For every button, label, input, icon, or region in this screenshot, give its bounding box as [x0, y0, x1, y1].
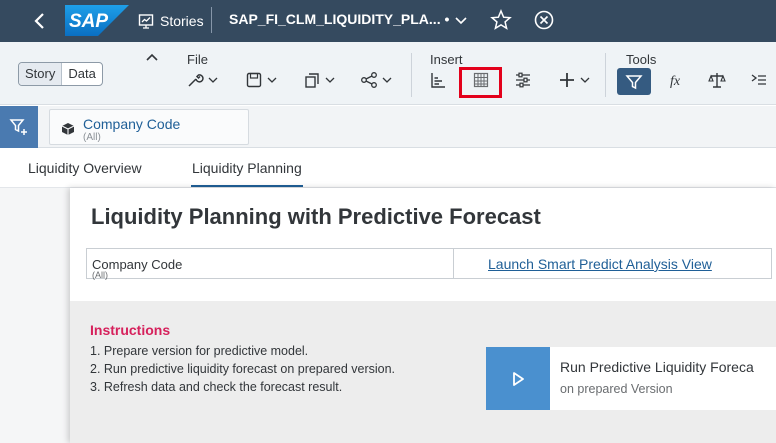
launch-smart-predict-link[interactable]: Launch Smart Predict Analysis View: [488, 256, 712, 272]
page-title: Liquidity Planning with Predictive Forec…: [91, 204, 541, 229]
bar-chart-icon: [431, 73, 445, 88]
filter-bar: Company Code (All): [0, 106, 776, 148]
instruction-step: 1. Prepare version for predictive model.: [90, 344, 309, 358]
run-forecast-title: Run Predictive Liquidity Foreca: [560, 359, 754, 375]
add-filter-button[interactable]: [0, 106, 38, 148]
plus-icon: [560, 73, 574, 87]
tab-liquidity-overview[interactable]: Liquidity Overview: [28, 160, 142, 176]
run-forecast-button[interactable]: [486, 347, 550, 410]
svg-text:SAP: SAP: [69, 11, 108, 32]
sliders-icon: [516, 72, 530, 88]
instruction-step: 2. Run predictive liquidity forecast on …: [90, 362, 396, 376]
instructions-title: Instructions: [90, 322, 171, 338]
input-control-button[interactable]: [514, 69, 532, 91]
filter-button[interactable]: [617, 68, 651, 95]
story-toggle-button[interactable]: Story: [19, 63, 63, 85]
save-button[interactable]: [245, 69, 277, 91]
run-forecast-card[interactable]: Run Predictive Liquidity Foreca on prepa…: [486, 347, 776, 410]
share-button[interactable]: [360, 69, 392, 91]
tab-liquidity-planning[interactable]: Liquidity Planning: [192, 160, 302, 176]
instruction-step: 3. Refresh data and check the forecast r…: [90, 380, 343, 394]
chevron-down-icon: [382, 77, 392, 83]
stories-label: Stories: [160, 13, 204, 29]
copy-icon: [305, 73, 319, 88]
sort-icon: [751, 74, 766, 85]
favorite-star-icon[interactable]: [490, 9, 512, 36]
add-widget-button[interactable]: [558, 69, 590, 91]
chevron-down-icon: [267, 77, 277, 83]
company-code-filter-value: (All): [83, 132, 101, 143]
tools-group-label: Tools: [626, 52, 657, 67]
company-code-input-control[interactable]: Company Code (All): [86, 248, 454, 280]
chevron-down-icon: [325, 77, 335, 83]
launch-link-container: Launch Smart Predict Analysis View: [454, 248, 772, 279]
insert-chart-button[interactable]: [430, 69, 446, 91]
wrench-icon: [188, 74, 204, 87]
sap-logo[interactable]: SAP: [65, 5, 129, 36]
data-toggle-button[interactable]: Data: [62, 63, 101, 85]
filter-icon: [625, 74, 643, 89]
shell-bar: SAP Stories SAP_FI_CLM_LIQUIDITY_PLA... …: [0, 0, 776, 42]
back-icon[interactable]: [28, 9, 52, 33]
sort-button[interactable]: [750, 69, 768, 91]
formula-button[interactable]: fx: [668, 69, 686, 91]
page-tabs: Liquidity Overview Liquidity Planning: [0, 148, 776, 188]
document-title[interactable]: SAP_FI_CLM_LIQUIDITY_PLA... •: [229, 11, 449, 27]
balance-button[interactable]: [708, 69, 726, 91]
share-icon: [361, 72, 377, 88]
run-forecast-subtitle: on prepared Version: [560, 382, 673, 396]
save-icon: [246, 72, 262, 88]
copy-button[interactable]: [303, 69, 335, 91]
story-page: Liquidity Planning with Predictive Forec…: [70, 188, 776, 443]
close-circle-icon[interactable]: [533, 9, 555, 36]
divider: [605, 53, 606, 97]
collapse-toolbar-icon[interactable]: [145, 50, 159, 68]
filter-add-icon: [9, 119, 27, 135]
chevron-down-icon[interactable]: [454, 13, 468, 32]
edit-tools-button[interactable]: [186, 69, 218, 91]
highlight-box: [459, 67, 502, 98]
balance-scale-icon: [708, 73, 726, 88]
formula-fx-icon: fx: [670, 74, 681, 89]
stories-menu[interactable]: Stories: [138, 10, 204, 32]
company-code-filter-label: Company Code: [83, 116, 181, 132]
file-group-label: File: [187, 52, 208, 67]
active-tab-indicator: [191, 185, 303, 187]
toolbar: Story Data File Insert Tools fx: [0, 42, 776, 105]
dimension-cube-icon: [61, 122, 75, 141]
chevron-down-icon: [208, 77, 218, 83]
stories-icon: [138, 14, 154, 29]
insert-group-label: Insert: [430, 52, 463, 67]
story-data-toggle: Story Data: [18, 62, 103, 86]
company-code-value: (All): [92, 270, 108, 280]
divider: [411, 53, 412, 97]
chevron-down-icon: [580, 77, 590, 83]
play-icon: [513, 371, 524, 386]
divider: [211, 7, 212, 33]
company-code-filter[interactable]: Company Code (All): [49, 109, 249, 145]
instructions-panel: Instructions 1. Prepare version for pred…: [70, 301, 776, 443]
svg-text:fx: fx: [670, 74, 681, 89]
